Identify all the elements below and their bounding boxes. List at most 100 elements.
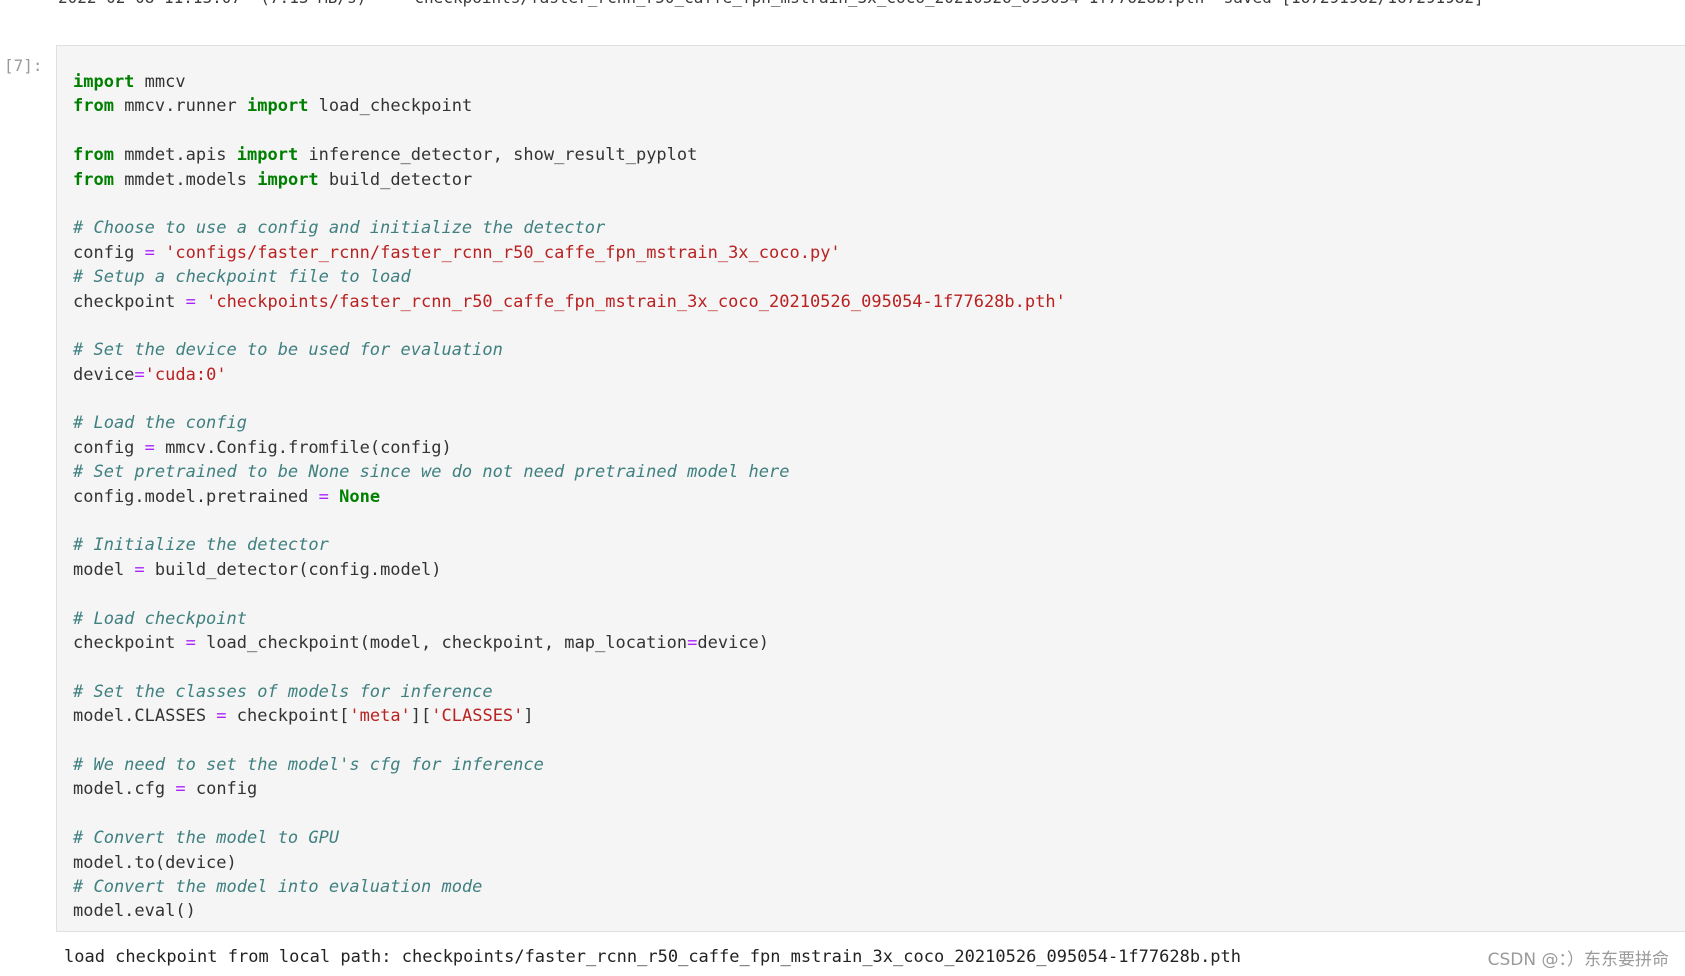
code-token: import xyxy=(236,145,299,166)
code-token: mmcv.runner xyxy=(113,96,248,117)
code-line: # Choose to use a config and initialize … xyxy=(73,216,1066,240)
code-token: build_detector xyxy=(318,169,473,190)
code-token: 'checkpoints/faster_rcnn_r50_caffe_fpn_m… xyxy=(206,291,1066,312)
code-line: from mmcv.runner import load_checkpoint xyxy=(73,94,1066,118)
code-line: # Set pretrained to be None since we do … xyxy=(73,460,1066,484)
code-token: import xyxy=(73,72,135,92)
code-token: config xyxy=(73,242,145,263)
code-line: model.cfg = config xyxy=(73,777,1066,801)
code-line: # Setup a checkpoint file to load xyxy=(73,265,1066,289)
code-token: mmdet.models xyxy=(113,169,258,190)
code-token: 'cuda:0' xyxy=(144,364,227,385)
code-token: = xyxy=(216,706,227,727)
code-line: # We need to set the model's cfg for inf… xyxy=(73,753,1066,777)
code-token: config xyxy=(185,779,258,800)
code-line: model.eval() xyxy=(73,899,1066,923)
code-line: # Set the classes of models for inferenc… xyxy=(73,680,1066,704)
code-token: config xyxy=(73,437,145,458)
code-token: # Load the config xyxy=(73,413,247,434)
code-block[interactable]: import mmcv from mmcv.runner import load_… xyxy=(73,70,1066,924)
cell-output-text: load checkpoint from local path: checkpo… xyxy=(64,947,1242,967)
code-line: from mmdet.models import build_detector xyxy=(73,168,1066,192)
notebook-page: 2022-02-08 11:13:07 (7.13 MB/s) - 'check… xyxy=(0,0,1685,976)
code-token: # Setup a checkpoint file to load xyxy=(73,267,411,288)
code-line: model.CLASSES = checkpoint['meta']['CLAS… xyxy=(73,704,1066,728)
code-line: model = build_detector(config.model) xyxy=(73,558,1066,582)
code-token: from xyxy=(73,145,114,166)
code-token: # Load checkpoint xyxy=(73,608,247,629)
code-token: = xyxy=(144,437,155,458)
code-token: config.model.pretrained xyxy=(73,486,319,507)
code-token: mmcv xyxy=(134,72,186,92)
code-cell-editor[interactable]: import mmcv from mmcv.runner import load_… xyxy=(56,45,1685,932)
code-token: ][ xyxy=(410,706,432,727)
code-token: inference_detector, show_result_pyplot xyxy=(298,145,698,166)
code-token: model.eval() xyxy=(73,901,196,922)
code-token: # Set the classes of models for inferenc… xyxy=(73,681,493,702)
code-token: from xyxy=(73,96,114,117)
code-token: model.CLASSES xyxy=(73,706,217,727)
code-token: # Convert the model to GPU xyxy=(73,828,340,849)
code-token: = xyxy=(144,242,155,263)
cell-execution-prompt: [7]: xyxy=(4,56,43,75)
code-token: model.cfg xyxy=(73,779,176,800)
code-token: = xyxy=(318,486,329,507)
code-token: = xyxy=(185,291,196,312)
code-line: device='cuda:0' xyxy=(73,363,1066,387)
code-token: = xyxy=(185,632,196,653)
code-line: model.to(device) xyxy=(73,851,1066,875)
code-token: mmdet.apis xyxy=(113,145,237,166)
code-line: checkpoint = load_checkpoint(model, chec… xyxy=(73,631,1066,655)
previous-cell-output: 2022-02-08 11:13:07 (7.13 MB/s) - 'check… xyxy=(58,0,1658,8)
code-token: = xyxy=(134,559,145,580)
code-token: # We need to set the model's cfg for inf… xyxy=(73,754,544,775)
code-token: load_checkpoint(model, checkpoint, map_l… xyxy=(195,632,688,653)
code-token: model.to(device) xyxy=(73,852,237,873)
code-line: import mmcv xyxy=(73,70,1066,94)
code-token: = xyxy=(175,779,186,800)
code-token: = xyxy=(134,364,145,385)
code-token: 'configs/faster_rcnn/faster_rcnn_r50_caf… xyxy=(165,242,841,263)
code-token: # Choose to use a config and initialize … xyxy=(73,218,606,239)
code-line: from mmdet.apis import inference_detecto… xyxy=(73,143,1066,167)
code-line: # Initialize the detector xyxy=(73,533,1066,557)
code-token: load_checkpoint xyxy=(308,96,473,117)
code-token: ] xyxy=(523,706,534,727)
code-line: # Convert the model into evaluation mode xyxy=(73,875,1066,899)
code-line: # Load the config xyxy=(73,411,1066,435)
watermark: CSDN @：）东东要拼命 xyxy=(1487,950,1669,970)
code-token: # Initialize the detector xyxy=(73,535,329,556)
code-token: device xyxy=(73,364,135,385)
code-token: # Set the device to be used for evaluati… xyxy=(73,340,503,361)
code-token: import xyxy=(257,169,319,190)
code-line: # Load checkpoint xyxy=(73,607,1066,631)
code-token: = xyxy=(687,632,698,653)
code-token: checkpoint xyxy=(73,291,186,312)
code-token: None xyxy=(339,486,381,507)
code-line: config.model.pretrained = None xyxy=(73,485,1066,509)
code-token: 'meta' xyxy=(349,706,411,727)
code-line: config = 'configs/faster_rcnn/faster_rcn… xyxy=(73,241,1066,265)
code-token: import xyxy=(247,96,309,117)
code-line: # Set the device to be used for evaluati… xyxy=(73,338,1066,362)
code-token: checkpoint xyxy=(73,632,186,653)
code-token: 'CLASSES' xyxy=(431,706,524,727)
code-line: # Convert the model to GPU xyxy=(73,826,1066,850)
code-token: # Set pretrained to be None since we do … xyxy=(73,462,790,483)
code-token: device) xyxy=(697,632,770,653)
code-token: # Convert the model into evaluation mode xyxy=(73,876,483,897)
code-token: from xyxy=(73,169,114,190)
code-token: build_detector(config.model) xyxy=(144,559,442,580)
